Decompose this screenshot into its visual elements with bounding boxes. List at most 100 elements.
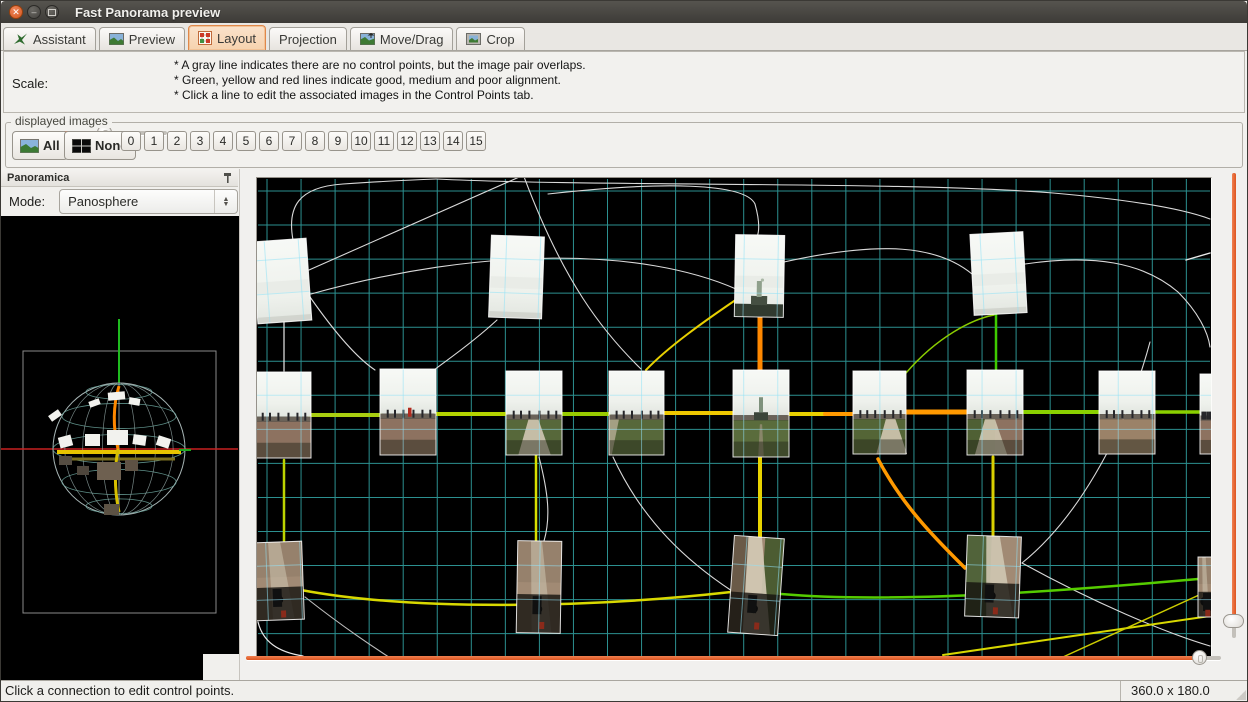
image-button-15[interactable]: 15 [466,131,486,151]
mode-dropdown-value: Panosphere [60,194,214,209]
sphere-image-thumb [132,434,146,446]
panorama-image-horizon-path[interactable] [257,372,311,458]
image-button-0[interactable]: 0 [121,131,141,151]
horizontal-slider-handle[interactable] [1192,650,1207,665]
panorama-image-horizon-path2[interactable] [967,370,1023,455]
scale-help-line: * Click a line to edit the associated im… [174,88,586,103]
panorama-image-down-grass[interactable] [728,535,785,635]
panorama-image-sky[interactable] [970,232,1027,316]
panorama-image-down[interactable] [257,541,304,621]
image-button-2[interactable]: 2 [167,131,187,151]
panorama-image-down[interactable] [516,541,562,634]
tab-assistant[interactable]: Assistant [3,27,96,50]
layout-canvas-region [239,169,1247,680]
sphere-image-thumb [97,462,121,480]
image-button-7[interactable]: 7 [282,131,302,151]
all-images-button[interactable]: All [12,131,68,160]
panorama-image-horizon-grass[interactable] [609,371,664,455]
tab-label: Assistant [33,32,86,47]
panosphere-panel-header: Panoramica [1,169,238,187]
image-button-11[interactable]: 11 [374,131,394,151]
panorama-image-down[interactable] [1198,557,1211,617]
all-icon [20,139,39,153]
all-images-label: All [43,138,60,153]
none-images-icon [72,139,91,153]
none-icon [72,139,91,153]
panorama-image-horizon-grass2[interactable] [853,371,907,454]
panosphere-panel-title: Panoramica [7,172,223,184]
tab-label: Preview [129,32,175,47]
titlebar: ✕ – Fast Panorama preview [1,1,1247,23]
assistant-icon [13,32,28,46]
image-button-1[interactable]: 1 [144,131,164,151]
horizontal-scroll-slider[interactable] [246,650,1221,666]
sphere-image-thumb [108,391,126,400]
minimize-icon[interactable]: – [27,5,41,19]
window-title: Fast Panorama preview [75,5,220,20]
panosphere-viewport[interactable] [1,216,239,680]
scale-label: Scale: [12,76,48,91]
scale-help-text: * A gray line indicates there are no con… [174,58,586,103]
mode-label: Mode: [9,194,45,209]
sphere-image-thumb [125,460,138,471]
tab-label: Move/Drag [380,32,444,47]
tab-move-drag[interactable]: Move/Drag [350,27,454,50]
maximize-icon[interactable] [45,5,59,19]
vertical-slider-handle[interactable] [1223,614,1244,628]
panorama-image-horizon-grass-path[interactable] [506,371,562,455]
scale-panel: Scale: * A gray line indicates there are… [3,51,1245,113]
panosphere-preview [1,216,239,682]
move-drag-icon [360,33,375,45]
preview-icon [109,33,124,45]
panorama-image-sky[interactable] [489,235,545,319]
layout-canvas-drawing [257,178,1211,658]
panel-corner [203,654,239,680]
main-area: Panoramica Mode: Panosphere ▲▼ [1,169,1247,680]
image-button-12[interactable]: 12 [397,131,417,151]
panorama-image-horizon-path3[interactable] [1099,371,1155,454]
spinner-up-down-icon[interactable]: ▲▼ [214,190,237,213]
image-button-13[interactable]: 13 [420,131,440,151]
image-button-3[interactable]: 3 [190,131,210,151]
image-button-10[interactable]: 10 [351,131,371,151]
pin-icon[interactable] [223,172,232,184]
fast-panorama-preview-window: ✕ – Fast Panorama preview Assistant Previ… [0,0,1248,702]
panorama-image-sky[interactable] [257,238,312,324]
tab-preview[interactable]: Preview [99,27,185,50]
crop-icon [466,33,481,45]
sphere-image-thumb [77,466,89,475]
tab-label: Projection [279,32,337,47]
tab-crop[interactable]: Crop [456,27,524,50]
panorama-image-down2[interactable] [965,535,1022,618]
sphere-image-thumb [59,456,72,465]
sphere-image-thumb [85,434,100,446]
vertical-scroll-slider[interactable] [1226,173,1242,638]
panorama-image-horizon-path[interactable] [1200,374,1211,454]
panosphere-panel: Panoramica Mode: Panosphere ▲▼ [1,169,239,680]
sphere-image-thumb [107,430,128,445]
tab-layout[interactable]: Layout [188,25,266,50]
image-button-5[interactable]: 5 [236,131,256,151]
tab-projection[interactable]: Projection [269,27,347,50]
status-bar: Click a connection to edit control point… [1,680,1247,701]
vertical-slider-fill [1232,173,1236,624]
displayed-images-group: displayed images All None 01234567891011… [5,122,1243,168]
image-button-4[interactable]: 4 [213,131,233,151]
panorama-image-sky-statue[interactable] [734,235,784,318]
all-images-icon [20,139,39,153]
panorama-image-horizon-statue[interactable] [733,370,789,457]
scale-help-line: * Green, yellow and red lines indicate g… [174,73,586,88]
layout-icon [198,31,212,45]
image-button-6[interactable]: 6 [259,131,279,151]
image-button-9[interactable]: 9 [328,131,348,151]
tab-label: Layout [217,31,256,46]
close-icon[interactable]: ✕ [9,5,23,19]
horizontal-slider-fill [246,656,1200,660]
image-button-8[interactable]: 8 [305,131,325,151]
sphere-image-thumb [104,504,119,515]
mode-dropdown[interactable]: Panosphere ▲▼ [59,189,238,214]
image-number-buttons: 0123456789101112131415 [121,131,486,151]
layout-canvas[interactable] [256,177,1212,659]
panorama-image-horizon-path-red[interactable] [380,369,436,455]
image-button-14[interactable]: 14 [443,131,463,151]
